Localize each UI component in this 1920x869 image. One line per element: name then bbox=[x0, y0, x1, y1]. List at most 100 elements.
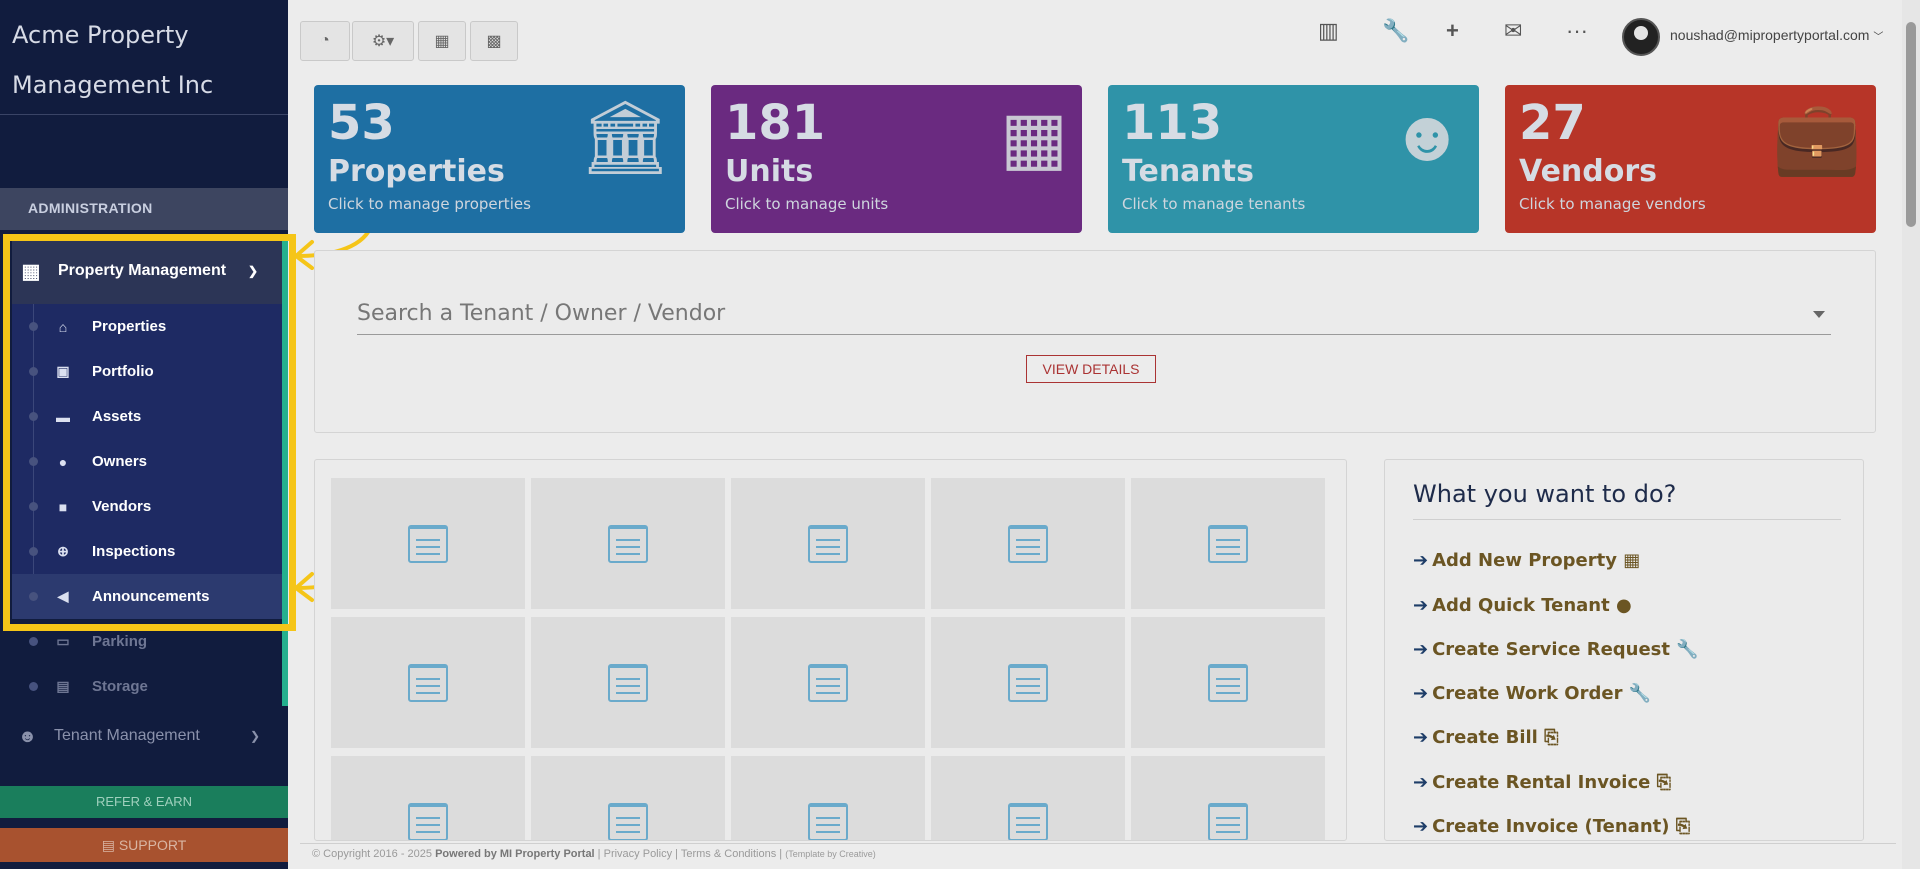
building-icon: ▦ bbox=[21, 260, 41, 283]
card-subtitle: Click to manage tenants bbox=[1122, 194, 1306, 213]
envelope-icon[interactable]: ✉ bbox=[1504, 18, 1522, 44]
scrollbar-thumb[interactable] bbox=[1906, 22, 1916, 227]
card-tenants[interactable]: 113 Tenants Click to manage tenants ☻ bbox=[1108, 85, 1479, 233]
powered-by-link[interactable]: Powered by MI Property Portal bbox=[435, 848, 595, 860]
sidebar-item-owners[interactable]: ● Owners bbox=[12, 439, 282, 484]
book-icon: ▤ bbox=[101, 837, 119, 853]
arrow-right-icon: ➔ bbox=[1413, 772, 1429, 793]
add-new-property-link[interactable]: ➔ Add New Property ▦ bbox=[1413, 550, 1640, 571]
bullet-dot bbox=[29, 592, 38, 601]
tile[interactable] bbox=[931, 756, 1125, 840]
search-select[interactable]: Search a Tenant / Owner / Vendor bbox=[357, 299, 1831, 335]
home-icon: ⌂ bbox=[58, 318, 68, 335]
tile[interactable] bbox=[331, 756, 525, 840]
tile[interactable] bbox=[331, 617, 525, 748]
link-label: Create Service Request bbox=[1432, 639, 1671, 660]
property-management-group: ▦ Property Management ❯ ⌂ Properties ▣ P… bbox=[12, 238, 282, 709]
privacy-policy-link[interactable]: Privacy Policy bbox=[604, 848, 672, 860]
calendar-icon bbox=[608, 663, 648, 702]
create-rental-invoice-link[interactable]: ➔ Create Rental Invoice ⎘ bbox=[1413, 772, 1671, 793]
sidebar-item-label: Portfolio bbox=[92, 363, 154, 380]
card-properties[interactable]: 53 Properties Click to manage properties… bbox=[314, 85, 685, 233]
tile[interactable] bbox=[531, 617, 725, 748]
bullhorn-icon: ◀ bbox=[57, 588, 69, 604]
sidebar-item-label: Assets bbox=[92, 408, 142, 425]
link-label: Add New Property bbox=[1432, 550, 1617, 571]
plus-icon[interactable]: + bbox=[1446, 18, 1459, 44]
avatar[interactable] bbox=[1622, 18, 1660, 56]
tile[interactable] bbox=[731, 617, 925, 748]
calendar-icon bbox=[608, 524, 648, 563]
tile[interactable] bbox=[331, 478, 525, 609]
user-email: noushad@mipropertyportal.com bbox=[1670, 27, 1870, 43]
bullet-dot bbox=[29, 457, 38, 466]
tile[interactable] bbox=[731, 756, 925, 840]
add-quick-tenant-link[interactable]: ➔ Add Quick Tenant ● bbox=[1413, 595, 1632, 616]
settings-dropdown-button[interactable]: ⚙▾ bbox=[352, 21, 414, 61]
tile[interactable] bbox=[1131, 478, 1325, 609]
support-label: SUPPORT bbox=[118, 837, 187, 853]
scrollbar[interactable] bbox=[1902, 0, 1920, 869]
user-menu[interactable]: noushad@mipropertyportal.com ﹀ bbox=[1670, 27, 1883, 43]
footer: © Copyright 2016 - 2025 Powered by MI Pr… bbox=[300, 843, 1896, 869]
card-units[interactable]: 181 Units Click to manage units ▦ bbox=[711, 85, 1082, 233]
card-subtitle: Click to manage properties bbox=[328, 194, 531, 213]
tile[interactable] bbox=[1131, 617, 1325, 748]
card-vendors[interactable]: 27 Vendors Click to manage vendors 💼 bbox=[1505, 85, 1876, 233]
calendar-button[interactable]: ▦ bbox=[418, 21, 466, 61]
refer-earn-button[interactable]: REFER & EARN bbox=[0, 786, 288, 818]
sidebar-item-announcements[interactable]: ◀ Announcements bbox=[12, 574, 282, 619]
create-bill-link[interactable]: ➔ Create Bill ⎘ bbox=[1413, 727, 1559, 748]
bullet-dot bbox=[29, 502, 38, 511]
sidebar-item-inspections[interactable]: ⊕ Inspections bbox=[12, 529, 282, 574]
tile[interactable] bbox=[931, 617, 1125, 748]
arrow-right-icon: ➔ bbox=[1413, 727, 1429, 748]
chevron-down-icon: ﹀ bbox=[1873, 32, 1884, 43]
calendar-icon bbox=[808, 802, 848, 840]
property-management-label: Property Management bbox=[58, 262, 227, 279]
sidebar-item-vendors[interactable]: ■ Vendors bbox=[12, 484, 282, 529]
link-label: Create Invoice (Tenant) bbox=[1432, 816, 1670, 837]
calendar-icon bbox=[1008, 802, 1048, 840]
create-service-request-link[interactable]: ➔ Create Service Request 🔧 bbox=[1413, 639, 1699, 660]
sidebar-item-properties[interactable]: ⌂ Properties bbox=[12, 304, 282, 349]
bullet-dot bbox=[29, 367, 38, 376]
bar-chart-icon[interactable]: ▥ bbox=[1318, 18, 1339, 44]
quick-actions-panel: What you want to do? ➔ Add New Property ▦… bbox=[1384, 459, 1864, 841]
tile[interactable] bbox=[1131, 756, 1325, 840]
tile[interactable] bbox=[931, 478, 1125, 609]
brand-name[interactable]: Acme Property Management Inc bbox=[0, 0, 288, 115]
sidebar-item-portfolio[interactable]: ▣ Portfolio bbox=[12, 349, 282, 394]
calendar-icon bbox=[408, 524, 448, 563]
calculator-icon: ▩ bbox=[486, 33, 502, 50]
sidebar-item-assets[interactable]: ▬ Assets bbox=[12, 394, 282, 439]
calendar-icon bbox=[408, 802, 448, 840]
sidebar-item-parking[interactable]: ▭ Parking bbox=[12, 619, 282, 664]
property-management-menu[interactable]: ▦ Property Management ❯ bbox=[12, 238, 282, 304]
tile[interactable] bbox=[731, 478, 925, 609]
briefcase-icon: ■ bbox=[58, 498, 68, 515]
bank-icon: 🏛 bbox=[579, 98, 671, 178]
tenant-management-menu[interactable]: ☻ Tenant Management ❯ bbox=[0, 716, 288, 756]
dashboard-button[interactable]: ◔ bbox=[300, 21, 350, 61]
sidebar-item-label: Vendors bbox=[92, 498, 152, 515]
bullet-dot bbox=[29, 637, 38, 646]
wrench-icon[interactable]: 🔧 bbox=[1382, 18, 1409, 44]
sidebar-item-storage[interactable]: ▤ Storage bbox=[12, 664, 282, 709]
chevron-down-icon: ❯ bbox=[247, 264, 258, 278]
tenant-management-label: Tenant Management bbox=[54, 727, 200, 744]
create-invoice-tenant-link[interactable]: ➔ Create Invoice (Tenant) ⎘ bbox=[1413, 816, 1690, 837]
tile[interactable] bbox=[531, 478, 725, 609]
copyright-text: © Copyright 2016 - 2025 bbox=[312, 848, 433, 860]
terms-link[interactable]: Terms & Conditions bbox=[681, 848, 776, 860]
link-label: Create Bill bbox=[1432, 727, 1538, 748]
search-plus-icon: ⊕ bbox=[57, 543, 69, 559]
create-work-order-link[interactable]: ➔ Create Work Order 🔧 bbox=[1413, 683, 1651, 704]
bullet-dot bbox=[29, 547, 38, 556]
view-details-button[interactable]: VIEW DETAILS bbox=[1026, 355, 1156, 383]
user-icon: ● bbox=[1616, 595, 1632, 616]
tile[interactable] bbox=[531, 756, 725, 840]
more-icon[interactable]: ··· bbox=[1566, 18, 1588, 44]
support-button[interactable]: ▤ SUPPORT bbox=[0, 828, 288, 862]
calculator-button[interactable]: ▩ bbox=[470, 21, 518, 61]
